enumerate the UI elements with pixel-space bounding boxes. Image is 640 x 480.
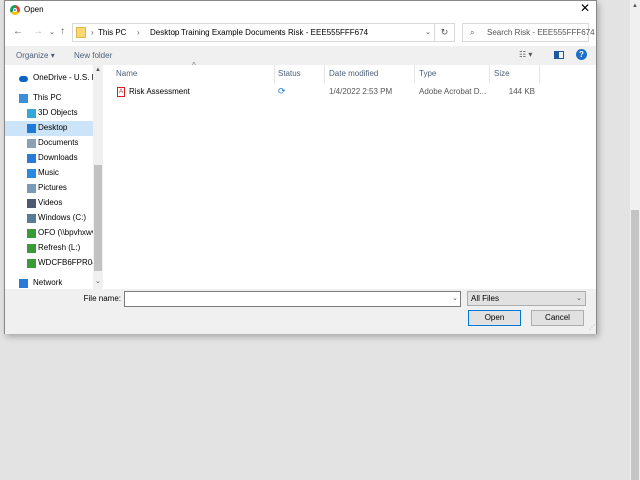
sidebar-item[interactable]: This PC [5,91,93,106]
file-type: Adobe Acrobat D... [419,87,487,96]
network-icon [19,279,28,288]
videos-icon [27,199,36,208]
sidebar-item[interactable]: Videos [5,196,93,211]
sidebar-item[interactable]: Music [5,166,93,181]
sync-icon: ⟳ [278,86,286,96]
pictures-icon [27,184,36,193]
sidebar-item[interactable]: OFO (\\bpvhxwvi [5,226,98,241]
organize-button[interactable]: Organize ▾ [16,51,55,61]
forward-icon[interactable]: → [33,27,43,37]
search-input[interactable]: ⌕ Search Risk - EEE555FFF674 [462,23,595,42]
cancel-button[interactable]: Cancel [531,310,584,326]
sidebar-item[interactable]: 3D Objects [5,106,93,121]
desktop-icon [27,124,36,133]
drive-icon [27,214,36,223]
sidebar-item-label: Refresh (L:) [38,243,81,252]
file-size: 144 KB [508,87,535,96]
sidebar-item-label: 3D Objects [38,108,78,117]
recent-locations-chevron-icon[interactable]: ⌄ [49,28,55,38]
breadcrumb-risk[interactable]: Risk - EEE555FFF674 [288,28,368,38]
computer-icon [19,94,28,103]
file-name: Risk Assessment [129,87,190,96]
page-scrollbar[interactable]: ▲ [630,0,640,480]
breadcrumb-this-pc[interactable]: This PC [98,28,126,38]
folder-icon [76,27,86,38]
sidebar-item[interactable]: Network [5,276,93,289]
sidebar-item-label: Desktop [38,123,68,132]
column-header-size[interactable]: Size [494,69,510,79]
refresh-button[interactable]: ↻ [434,23,455,42]
column-header-type[interactable]: Type [419,69,436,79]
sidebar-item-label: Downloads [38,153,78,162]
sidebar-item[interactable]: Desktop [5,121,93,136]
search-icon: ⌕ [470,28,475,37]
sidebar-item[interactable]: Documents [5,136,93,151]
sidebar-item-label: Network [33,278,63,287]
navigation-pane: OneDrive - U.S. Dep This PC 3D Objects Desk… [5,65,103,289]
help-icon[interactable]: ? [576,49,587,60]
network-drive-icon [27,259,36,268]
document-icon [27,139,36,148]
sidebar-item-label: This PC [33,93,62,102]
close-icon[interactable]: ✕ [580,2,590,14]
sidebar-item[interactable]: Pictures [5,181,93,196]
open-file-dialog: Open ✕ ← → ⌄ ↑ › This PC › Desktop › Tra… [4,0,597,334]
nav-scrollbar-thumb[interactable] [94,165,102,271]
scroll-up-icon[interactable]: ▲ [632,1,638,11]
sidebar-item[interactable]: WDCFB6FPR04_c [5,256,103,271]
sidebar-item-label: Pictures [38,183,67,192]
network-drive-icon [27,244,36,253]
column-header-status[interactable]: Status [278,69,301,79]
up-icon[interactable]: ↑ [60,27,65,37]
address-bar[interactable]: › This PC › Desktop › Training Example D… [72,23,435,42]
page-scrollbar-thumb[interactable] [631,210,639,480]
preview-pane-icon[interactable] [554,51,564,59]
file-name-dropdown-icon[interactable]: ⌄ [452,294,458,304]
sidebar-item-label: OFO (\\bpvhxwvi [38,228,98,237]
sidebar-item[interactable]: Downloads [5,151,93,166]
address-dropdown-icon[interactable]: ⌄ [425,28,431,38]
sidebar-item-label: Videos [38,198,63,207]
cloud-icon [19,76,28,82]
file-date: 1/4/2022 2:53 PM [329,87,393,96]
chevron-down-icon: ⌄ [576,295,582,302]
window-title: Open [24,5,44,14]
sidebar-item[interactable]: OneDrive - U.S. Dep [5,71,103,86]
download-icon [27,154,36,163]
chrome-icon [10,5,20,15]
file-type-filter[interactable]: All Files ⌄ [467,291,586,306]
file-row[interactable]: A Risk Assessment ⟳ 1/4/2022 2:53 PM Ado… [105,85,545,99]
breadcrumb-training[interactable]: Training Example Documents [181,28,286,38]
file-name-input[interactable]: ⌄ [124,291,461,307]
refresh-icon: ↻ [440,27,449,37]
file-name-label: File name: [83,294,121,303]
network-drive-icon [27,229,36,238]
music-icon [27,169,36,178]
new-folder-button[interactable]: New folder [74,51,112,61]
sidebar-item-label: Windows (C:) [38,213,87,222]
resize-grip-icon[interactable]: ⋰ [589,323,595,333]
column-header-name[interactable]: Name [116,69,137,79]
pdf-icon: A [117,87,125,97]
sidebar-item-label: Music [38,168,59,177]
column-header-date[interactable]: Date modified [329,69,378,79]
sort-ascending-icon: ^ [192,61,196,70]
nav-scrollbar[interactable]: ▲ ⌄ [93,65,103,289]
back-icon[interactable]: ← [13,27,23,37]
view-options-icon[interactable]: ☷ ▾ [519,50,532,60]
sidebar-item-label: Documents [38,138,79,147]
cube-icon [27,109,36,118]
sidebar-item[interactable]: Windows (C:) [5,211,93,226]
open-button[interactable]: Open [468,310,521,326]
sidebar-item[interactable]: Refresh (L:) [5,241,93,256]
